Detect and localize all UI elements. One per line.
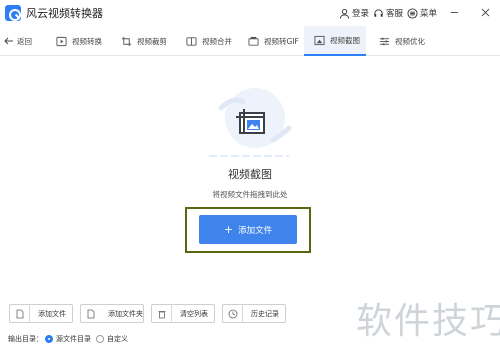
arrow-left-icon (4, 37, 13, 45)
tab-label: 视频合并 (202, 36, 232, 46)
tab-video-gif[interactable]: 视频转GIF (248, 26, 299, 56)
video-screenshot-icon (314, 35, 325, 45)
video-convert-icon (56, 36, 67, 46)
app-logo-icon (5, 5, 21, 21)
bottom-add-folder-button[interactable]: 添加文件夹 (80, 304, 144, 323)
radio-unselected-icon (96, 335, 104, 343)
tab-label: 视频转换 (72, 36, 102, 46)
video-gif-icon (248, 36, 259, 46)
service-label: 客服 (386, 9, 404, 19)
bottom-add-file-button[interactable]: 添加文件 (9, 304, 73, 323)
video-optimize-icon (379, 37, 390, 45)
close-icon (481, 8, 489, 16)
trash-icon (158, 310, 166, 318)
minimize-button[interactable] (447, 5, 461, 19)
radio-selected-icon (45, 335, 53, 343)
divider (29, 304, 30, 323)
tab-video-convert[interactable]: 视频转换 (56, 26, 102, 56)
folder-icon (87, 309, 95, 318)
login-label: 登录 (352, 9, 370, 19)
tab-video-screenshot[interactable]: 视频截图 (304, 26, 366, 56)
radio-source-directory[interactable]: 源文件目录 (45, 334, 91, 344)
drop-hint: 将视频文件拖拽到此处 (212, 190, 288, 199)
page-title: 视频截图 (228, 168, 272, 181)
function-toolbar: 返回 视频转换 视频裁剪 视频合并 视频转GIF 视频截图 视频优化 (0, 26, 500, 56)
tab-label: 视频截图 (330, 35, 360, 45)
tab-label: 视频优化 (395, 36, 425, 46)
headset-icon (374, 8, 383, 17)
menu-icon (407, 7, 418, 19)
customer-service-button[interactable]: 客服 (373, 6, 403, 20)
clock-icon (228, 309, 238, 318)
back-button[interactable]: 返回 (4, 26, 32, 56)
bottom-button-label: 添加文件夹 (108, 309, 143, 318)
output-directory-label: 输出目录： (8, 335, 43, 343)
title-bar: 风云视频转换器 登录 客服 菜单 (0, 0, 500, 26)
divider (171, 304, 172, 323)
bottom-button-label: 历史记录 (251, 309, 279, 318)
watermark-text: 软件技巧 (356, 301, 500, 342)
menu-label: 菜单 (420, 9, 438, 19)
tab-video-optimize[interactable]: 视频优化 (379, 26, 425, 56)
bottom-button-label: 添加文件 (38, 309, 66, 318)
history-button[interactable]: 历史记录 (222, 304, 286, 323)
clear-list-button[interactable]: 清空列表 (151, 304, 215, 323)
menu-button[interactable]: 菜单 (407, 6, 437, 20)
divider (242, 304, 243, 323)
app-title: 风云视频转换器 (26, 7, 103, 20)
tab-label: 视频转GIF (264, 36, 299, 46)
tab-video-crop[interactable]: 视频裁剪 (121, 26, 167, 56)
add-file-label: 添加文件 (238, 225, 273, 236)
radio-label: 自定义 (107, 335, 128, 343)
video-crop-icon (121, 36, 132, 46)
radio-custom-directory[interactable]: 自定义 (96, 334, 128, 344)
user-icon (339, 8, 350, 19)
tab-label: 视频裁剪 (137, 36, 167, 46)
radio-label: 源文件目录 (56, 335, 91, 343)
tab-video-merge[interactable]: 视频合并 (186, 26, 232, 56)
file-icon (16, 309, 24, 318)
add-file-button[interactable]: + 添加文件 (199, 215, 297, 244)
screenshot-illustration-icon (209, 88, 292, 157)
plus-icon: + (223, 223, 234, 236)
minimize-icon (450, 11, 458, 13)
bottom-button-label: 清空列表 (180, 309, 208, 318)
back-label: 返回 (17, 36, 32, 46)
login-button[interactable]: 登录 (339, 6, 369, 20)
video-merge-icon (186, 36, 197, 46)
close-button[interactable] (478, 5, 492, 19)
